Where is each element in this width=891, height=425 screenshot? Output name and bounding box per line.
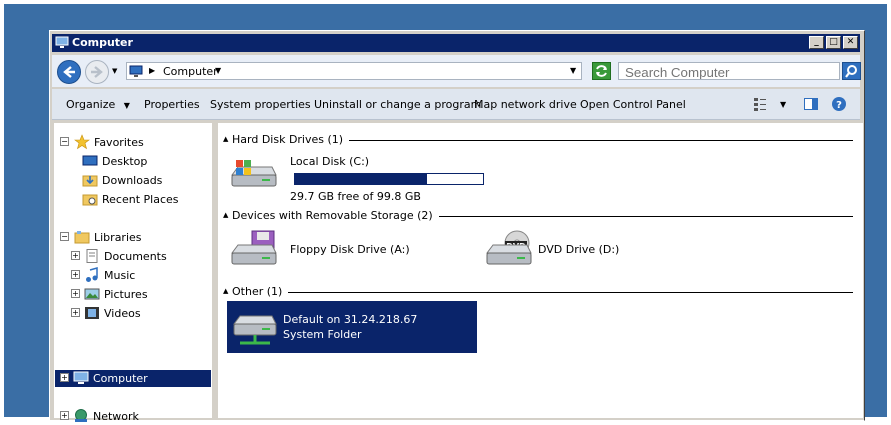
libraries-icon (74, 231, 90, 244)
breadcrumb-chevron-icon[interactable]: ▶ (149, 66, 155, 75)
drive-name: DVD Drive (D:) (538, 243, 620, 256)
expand-icon[interactable]: + (71, 251, 80, 260)
refresh-icon (596, 65, 607, 77)
dvd-drive-icon: DVD (486, 230, 532, 265)
collapse-icon[interactable]: − (60, 137, 69, 146)
network-location-name: Default on 31.24.218.67 (283, 313, 418, 326)
music-icon (86, 267, 98, 282)
videos-icon (85, 307, 99, 319)
address-row: ▼ ▶ Computer ▼ ▼ (52, 55, 861, 87)
nav-favorites[interactable]: − Favorites (60, 134, 210, 151)
group-header-removable-storage[interactable]: ▲ Devices with Removable Storage (2) (218, 209, 858, 223)
downloads-folder-icon (82, 175, 98, 187)
pictures-icon (84, 288, 100, 300)
floppy-drive-icon (231, 230, 277, 265)
network-drive-icon (233, 315, 277, 345)
nav-network[interactable]: + Network (60, 408, 210, 425)
group-header-other[interactable]: ▲ Other (1) (218, 285, 858, 299)
recent-pages-chevron-icon[interactable]: ▼ (112, 67, 117, 75)
network-location-default[interactable]: Default on 31.24.218.67 System Folder (227, 301, 477, 353)
command-bar: Organize ▼ Properties System properties … (52, 89, 860, 120)
hard-drive-windows-icon (231, 160, 277, 187)
desktop-icon (82, 155, 98, 166)
maximize-button[interactable]: □ (826, 36, 841, 49)
system-properties-button[interactable]: System properties (210, 98, 311, 111)
disk-usage-fill (295, 174, 427, 184)
minimize-button[interactable]: _ (809, 36, 824, 49)
explorer-window: Computer _ □ ✕ ▼ ▶ Computer ▼ ▼ Search C… (49, 30, 865, 423)
disk-usage-bar (294, 173, 484, 185)
collapse-group-icon[interactable]: ▲ (223, 135, 228, 143)
map-network-drive-button[interactable]: Map network drive (474, 98, 577, 111)
navigation-pane: − Favorites Desktop Downloads Recent Pla… (54, 123, 212, 423)
nav-videos[interactable]: + Videos (71, 305, 210, 322)
drive-name: Floppy Disk Drive (A:) (290, 243, 410, 256)
drive-free-space: 29.7 GB free of 99.8 GB (290, 190, 421, 203)
nav-pictures[interactable]: + Pictures (71, 286, 210, 303)
computer-icon (55, 36, 69, 48)
expand-icon[interactable]: + (71, 308, 80, 317)
help-icon[interactable]: ? (831, 96, 847, 112)
documents-icon (86, 249, 98, 263)
back-button[interactable] (57, 60, 81, 84)
close-button[interactable]: ✕ (843, 36, 858, 49)
change-view-icon[interactable] (752, 96, 768, 112)
nav-documents[interactable]: + Documents (71, 248, 210, 265)
network-icon (75, 409, 87, 422)
expand-icon[interactable]: + (71, 270, 80, 279)
refresh-button[interactable] (592, 62, 611, 80)
back-arrow-icon (63, 66, 75, 78)
search-button[interactable] (842, 62, 861, 80)
drive-dvd-d[interactable]: DVD DVD Drive (D:) (483, 227, 683, 271)
forward-arrow-icon (91, 66, 103, 78)
breadcrumb-computer[interactable]: Computer (163, 65, 218, 78)
drive-floppy-a[interactable]: Floppy Disk Drive (A:) (228, 227, 458, 271)
nav-recent-places[interactable]: Recent Places (80, 191, 210, 208)
group-header-hard-disk-drives[interactable]: ▲ Hard Disk Drives (1) (218, 133, 858, 147)
search-input[interactable] (618, 62, 840, 80)
collapse-group-icon[interactable]: ▲ (223, 211, 228, 219)
nav-desktop[interactable]: Desktop (80, 153, 210, 170)
star-icon (74, 134, 90, 150)
organize-button[interactable]: Organize ▼ (66, 98, 130, 111)
network-location-type: System Folder (283, 328, 362, 341)
drive-name: Local Disk (C:) (290, 155, 370, 168)
collapse-group-icon[interactable]: ▲ (223, 287, 228, 295)
nav-music[interactable]: + Music (71, 267, 210, 284)
search-icon (845, 65, 857, 78)
uninstall-program-button[interactable]: Uninstall or change a program (314, 98, 481, 111)
view-options-chevron-icon[interactable]: ▼ (780, 100, 786, 109)
expand-icon[interactable]: + (71, 289, 80, 298)
address-bar[interactable]: ▶ Computer ▼ (126, 62, 582, 80)
expand-icon[interactable]: + (60, 411, 69, 420)
computer-icon (73, 371, 89, 384)
preview-pane-icon[interactable] (803, 96, 819, 112)
window-title: Computer (72, 36, 133, 49)
nav-computer[interactable]: + Computer (55, 370, 211, 387)
drive-local-disk-c[interactable]: Local Disk (C:) 29.7 GB free of 99.8 GB (228, 153, 488, 203)
computer-icon (129, 65, 143, 77)
breadcrumb-dropdown-icon[interactable]: ▼ (215, 66, 221, 75)
chevron-down-icon: ▼ (123, 101, 130, 110)
nav-downloads[interactable]: Downloads (80, 172, 210, 189)
nav-libraries[interactable]: − Libraries (60, 229, 210, 246)
collapse-icon[interactable]: − (60, 232, 69, 241)
properties-button[interactable]: Properties (144, 98, 200, 111)
expand-icon[interactable]: + (60, 373, 69, 382)
forward-button[interactable] (85, 60, 109, 84)
title-bar[interactable]: Computer _ □ ✕ (52, 34, 860, 52)
content-pane: ▲ Hard Disk Drives (1) Local Disk (C:) 2… (218, 123, 863, 418)
address-history-dropdown-icon[interactable]: ▼ (570, 66, 576, 75)
svg-text:?: ? (836, 100, 842, 111)
open-control-panel-button[interactable]: Open Control Panel (580, 98, 686, 111)
recent-places-icon (82, 194, 98, 206)
